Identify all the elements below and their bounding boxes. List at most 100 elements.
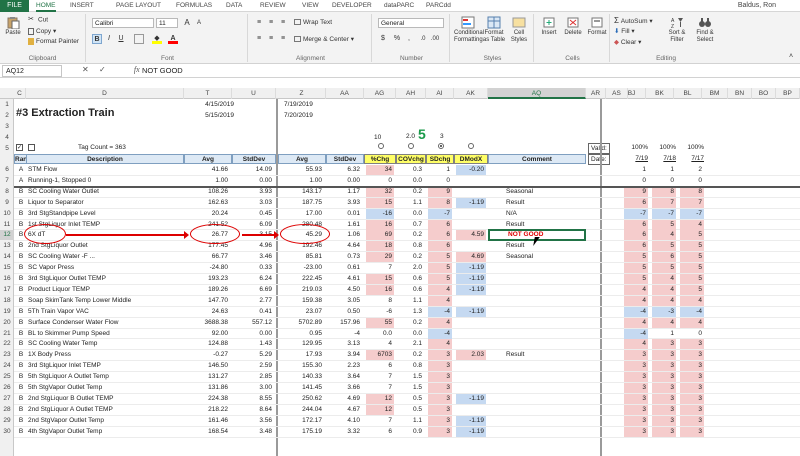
cell-avg2[interactable]: 159.38 [280,296,324,306]
cell-sdc[interactable]: 3 [428,350,452,361]
col-header-bk[interactable]: BK [646,88,674,99]
cell-b1[interactable]: 4 [624,284,648,295]
cell-chg[interactable]: 12 [366,404,394,415]
cell-sdc[interactable]: 0 [428,176,452,186]
cell-sd1[interactable]: 3.03 [234,198,274,208]
cell-b1[interactable]: 3 [624,393,648,404]
cell-b2[interactable]: 4 [652,274,676,284]
user-name[interactable]: Baldus, Ron [738,0,776,12]
col-header-bn[interactable]: BN [728,88,752,99]
format-as-table-button[interactable]: Format as Table [482,16,506,44]
cell-cov[interactable]: 1.5 [398,383,424,393]
tab-page-layout[interactable]: PAGE LAYOUT [116,0,161,12]
cell-chg[interactable]: 0.0 [366,329,394,339]
cell-sd2[interactable]: 3.64 [326,372,362,382]
col-header-bo[interactable]: BO [752,88,776,99]
cell-sd1[interactable]: 0.45 [234,209,274,219]
align-left-icon[interactable]: ≡ [254,34,264,44]
cell-b2[interactable]: 4 [652,284,676,295]
cell-b1[interactable]: 3 [624,404,648,415]
cell-desc[interactable]: SC Cooling Water Outlet [28,187,178,197]
cell-avg1[interactable]: 66.77 [186,252,230,262]
row-header[interactable]: 17 [0,285,14,295]
cell-cov[interactable]: 1.5 [398,372,424,382]
cell-cov[interactable]: 0.6 [398,285,424,295]
cell-sd1[interactable]: 8.64 [234,405,274,415]
cell-desc[interactable]: 3rd StgStandpipe Level [28,209,178,219]
cell-sdc[interactable]: -4 [428,306,452,317]
cell-sd2[interactable]: 3.93 [326,198,362,208]
cell-cov[interactable]: 0.8 [398,361,424,371]
cell-sd2[interactable]: 6.32 [326,165,362,175]
increase-decimal-icon[interactable]: .0 [418,34,428,44]
cell-chg[interactable]: 15 [366,274,394,284]
cell-chg[interactable]: 34 [366,165,394,175]
cell-b1[interactable]: 9 [624,186,648,197]
cell-sd2[interactable]: 2.23 [326,361,362,371]
col-header-bp[interactable]: BP [776,88,800,99]
cell-dmod[interactable]: -1.19 [456,415,486,426]
cell-avg1[interactable]: 189.26 [186,285,230,295]
cell-avg2[interactable]: 219.03 [280,285,324,295]
cell-avg1[interactable]: 218.22 [186,405,230,415]
cell-desc[interactable]: Product Liquor TEMP [28,285,178,295]
cell-cov[interactable]: 1.1 [398,416,424,426]
cell-cov[interactable]: 0.0 [398,176,424,186]
cell-cov[interactable]: 0.8 [398,241,424,251]
cancel-icon[interactable]: ✕ [82,65,89,74]
cell-cov[interactable]: 0.0 [398,329,424,339]
grow-font-button[interactable]: A [182,18,192,28]
cell-sd1[interactable]: 2.59 [234,361,274,371]
cell-avg1[interactable]: 3688.38 [186,318,230,328]
cell-b3[interactable]: 3 [680,372,704,383]
cell-sd1[interactable]: 0.00 [234,176,274,186]
font-size-select[interactable]: 11 [156,18,178,28]
cell-sd2[interactable]: 3.13 [326,339,362,349]
cell-sd2[interactable]: -4 [326,329,362,339]
name-box[interactable]: AQ12 [2,65,62,77]
sort-filter-button[interactable]: A Z Sort & Filter [664,16,690,44]
row-header[interactable]: 5 [0,144,14,154]
cell-cov[interactable]: 0.2 [398,230,424,240]
cell-b1[interactable]: 3 [624,361,648,372]
cell-b1[interactable]: 6 [624,241,648,252]
cell-dmod[interactable]: 4.59 [456,230,486,241]
row-header[interactable]: 10 [0,209,14,219]
row-header[interactable]: 2 [0,111,14,121]
cell-chg[interactable]: 7 [366,372,394,382]
cell-avg2[interactable]: 175.19 [280,427,324,437]
cell-sd2[interactable]: 0.50 [326,307,362,317]
tab-formulas[interactable]: FORMULAS [176,0,212,12]
row-header[interactable]: 6 [0,165,14,175]
cell-sd2[interactable]: 3.94 [326,350,362,360]
cell-rank[interactable]: B [16,241,26,251]
cell-avg2[interactable]: 140.33 [280,372,324,382]
cell-b2[interactable]: 1 [652,329,676,339]
format-painter-button[interactable]: Format Painter [28,38,79,45]
cell-sd1[interactable]: 14.09 [234,165,274,175]
row-header[interactable]: 21 [0,329,14,339]
cell-desc[interactable]: 2nd StgLiquor B Outlet TEMP [28,394,178,404]
cell-avg2[interactable]: 1.00 [280,176,324,186]
comma-button[interactable]: , [404,34,414,44]
cell-chg[interactable]: 32 [366,186,394,197]
radio-sdchg[interactable] [438,143,444,149]
cell-sdc[interactable]: 1 [428,165,452,175]
cell-avg1[interactable]: 162.63 [186,198,230,208]
cell-desc[interactable]: STM Flow [28,165,178,175]
cell-avg1[interactable]: 193.23 [186,274,230,284]
cell-b1[interactable]: 0 [624,176,648,186]
cell-avg2[interactable]: 55.93 [280,165,324,175]
cell-avg1[interactable]: 161.46 [186,416,230,426]
cell-avg2[interactable]: 187.75 [280,198,324,208]
cell-sd1[interactable]: 3.46 [234,252,274,262]
cell-b1[interactable]: 6 [624,230,648,241]
cell-b3[interactable]: 5 [680,252,704,263]
cell-avg2[interactable]: 5702.89 [280,318,324,328]
cell-sd2[interactable]: 4.69 [326,394,362,404]
cell-cov[interactable]: 0.2 [398,187,424,197]
cell-b1[interactable]: 6 [624,197,648,208]
cell-chg[interactable]: 4 [366,339,394,349]
col-header-ar[interactable]: AR [586,88,606,99]
format-button[interactable]: Format [586,16,608,37]
